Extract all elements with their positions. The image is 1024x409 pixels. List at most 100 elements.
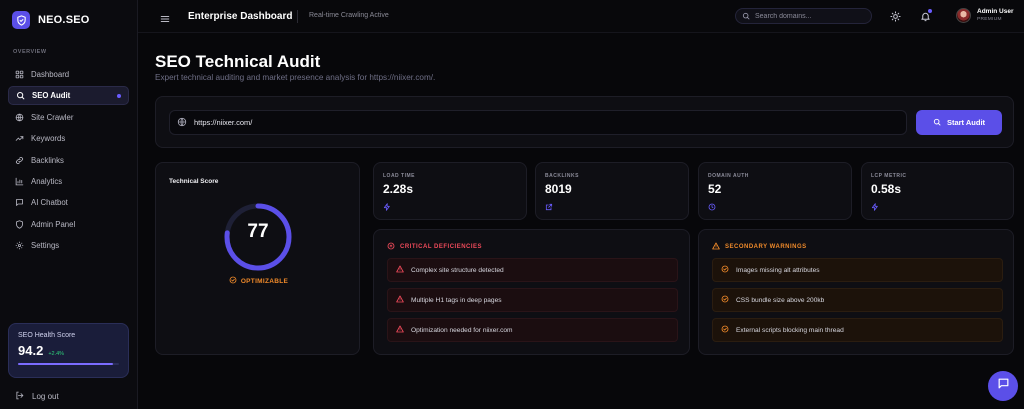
sidebar-item-ai-chatbot[interactable]: AI Chatbot <box>8 193 129 212</box>
header-title: Enterprise Dashboard <box>188 11 293 22</box>
sidebar-item-label: Keywords <box>31 134 66 144</box>
list-item: External scripts blocking main thread <box>712 318 1003 342</box>
bar-chart-icon <box>15 177 24 186</box>
sidebar-item-label: Admin Panel <box>31 219 76 229</box>
check-circle-icon <box>721 295 729 305</box>
avatar[interactable] <box>956 8 971 23</box>
metric-card-backlinks: BACKLINKS 8019 <box>535 162 689 220</box>
metric-value: 52 <box>708 182 722 196</box>
sidebar-item-settings[interactable]: Settings <box>8 236 129 255</box>
metric-card-lcp: LCP METRIC 0.58s <box>861 162 1014 220</box>
technical-score-card: Technical Score 77 OPTIMIZABLE <box>155 162 360 355</box>
seo-health-card: SEO Health Score 94.2 +2.4% <box>8 323 129 378</box>
secondary-warnings-card: SECONDARY WARNINGS Images missing alt at… <box>698 229 1014 355</box>
bolt-icon <box>871 203 878 211</box>
score-status: OPTIMIZABLE <box>156 276 361 286</box>
top-header: Enterprise Dashboard Real-time Crawling … <box>138 0 1024 33</box>
score-title: Technical Score <box>169 178 219 185</box>
header-divider <box>297 10 298 23</box>
metric-value: 2.28s <box>383 182 414 196</box>
brand[interactable]: NEO.SEO <box>12 10 90 30</box>
metric-label: BACKLINKS <box>545 173 579 179</box>
warnings-list: Images missing alt attributes CSS bundle… <box>712 258 1003 348</box>
sidebar-item-label: Settings <box>31 241 60 251</box>
logout-button[interactable]: Log out <box>15 391 59 402</box>
sidebar-item-label: Analytics <box>31 176 63 186</box>
score-value: 77 <box>247 221 269 242</box>
health-title: SEO Health Score <box>18 332 76 339</box>
search-icon <box>933 118 941 128</box>
globe-icon <box>177 114 187 132</box>
score-status-label: OPTIMIZABLE <box>240 277 289 285</box>
sidebar-item-admin-panel[interactable]: Admin Panel <box>8 215 129 234</box>
gear-icon <box>15 241 24 250</box>
sidebar-item-label: SEO Audit <box>32 91 71 101</box>
issue-text: CSS bundle size above 200kb <box>736 296 825 304</box>
search-icon <box>16 91 25 100</box>
search-bar[interactable] <box>735 8 872 24</box>
bolt-icon <box>383 203 390 211</box>
check-circle-icon <box>721 265 729 275</box>
health-value: 94.2 <box>18 343 44 358</box>
sidebar-item-analytics[interactable]: Analytics <box>8 172 129 191</box>
health-delta: +2.4% <box>48 351 65 357</box>
user-role: PREMIUM <box>977 17 1002 22</box>
issue-text: External scripts blocking main thread <box>736 326 844 334</box>
sidebar-item-label: AI Chatbot <box>31 198 68 208</box>
user-name: Admin User <box>977 8 1014 15</box>
list-item: Multiple H1 tags in deep pages <box>387 288 678 312</box>
issue-text: Optimization needed for niixer.com <box>411 326 513 334</box>
chat-launcher-button[interactable] <box>988 371 1018 401</box>
logout-label: Log out <box>32 392 59 401</box>
x-circle-icon <box>387 242 395 252</box>
critical-deficiencies-card: CRITICAL DEFICIENCIES Complex site struc… <box>373 229 690 355</box>
sidebar-item-keywords[interactable]: Keywords <box>8 129 129 148</box>
critical-title: CRITICAL DEFICIENCIES <box>387 242 482 252</box>
link-icon <box>15 156 24 165</box>
health-progress-fill <box>18 363 113 365</box>
sidebar-item-label: Dashboard <box>31 70 70 79</box>
sidebar-item-label: Site Crawler <box>31 112 74 122</box>
warning-icon <box>396 295 404 305</box>
metric-label: LOAD TIME <box>383 173 415 179</box>
menu-icon[interactable] <box>160 11 170 22</box>
warning-icon <box>396 325 404 335</box>
audit-form: Start Audit <box>155 96 1014 148</box>
metric-value: 8019 <box>545 182 572 196</box>
clock-icon <box>708 203 716 211</box>
check-circle-icon <box>229 276 237 286</box>
globe-icon <box>15 113 24 122</box>
sidebar-item-site-crawler[interactable]: Site Crawler <box>8 108 129 127</box>
metric-card-load-time: LOAD TIME 2.28s <box>373 162 527 220</box>
critical-title-label: CRITICAL DEFICIENCIES <box>400 244 483 250</box>
metric-value: 0.58s <box>871 182 902 196</box>
sidebar: NEO.SEO OVERVIEW Dashboard SEO Audit Sit… <box>0 0 138 409</box>
metric-card-domain-auth: DOMAIN AUTH 52 <box>698 162 852 220</box>
critical-list: Complex site structure detected Multiple… <box>387 258 678 348</box>
sidebar-item-dashboard[interactable]: Dashboard <box>8 65 129 84</box>
start-audit-label: Start Audit <box>946 118 986 127</box>
warning-icon <box>396 265 404 275</box>
url-field[interactable] <box>169 110 907 135</box>
issue-text: Images missing alt attributes <box>736 266 820 274</box>
list-item: Images missing alt attributes <box>712 258 1003 282</box>
bell-icon[interactable] <box>919 9 932 22</box>
shield-logo-icon <box>12 11 30 29</box>
list-item: Complex site structure detected <box>387 258 678 282</box>
warnings-title-label: SECONDARY WARNINGS <box>725 244 807 250</box>
search-input[interactable] <box>755 12 865 20</box>
shield-icon <box>15 220 24 229</box>
sidebar-item-backlinks[interactable]: Backlinks <box>8 151 129 170</box>
url-input[interactable] <box>194 118 894 127</box>
warnings-title: SECONDARY WARNINGS <box>712 242 807 252</box>
sidebar-nav: Dashboard SEO Audit Site Crawler Keyword… <box>8 65 129 258</box>
external-link-icon <box>545 203 553 211</box>
page-subtitle: Expert technical auditing and market pre… <box>155 73 436 82</box>
sidebar-item-seo-audit[interactable]: SEO Audit <box>8 86 129 106</box>
active-indicator <box>117 94 121 99</box>
sun-icon[interactable] <box>889 10 901 22</box>
start-audit-button[interactable]: Start Audit <box>916 110 1002 135</box>
grid-icon <box>15 70 24 79</box>
metric-label: LCP METRIC <box>871 173 907 179</box>
list-item: Optimization needed for niixer.com <box>387 318 678 342</box>
